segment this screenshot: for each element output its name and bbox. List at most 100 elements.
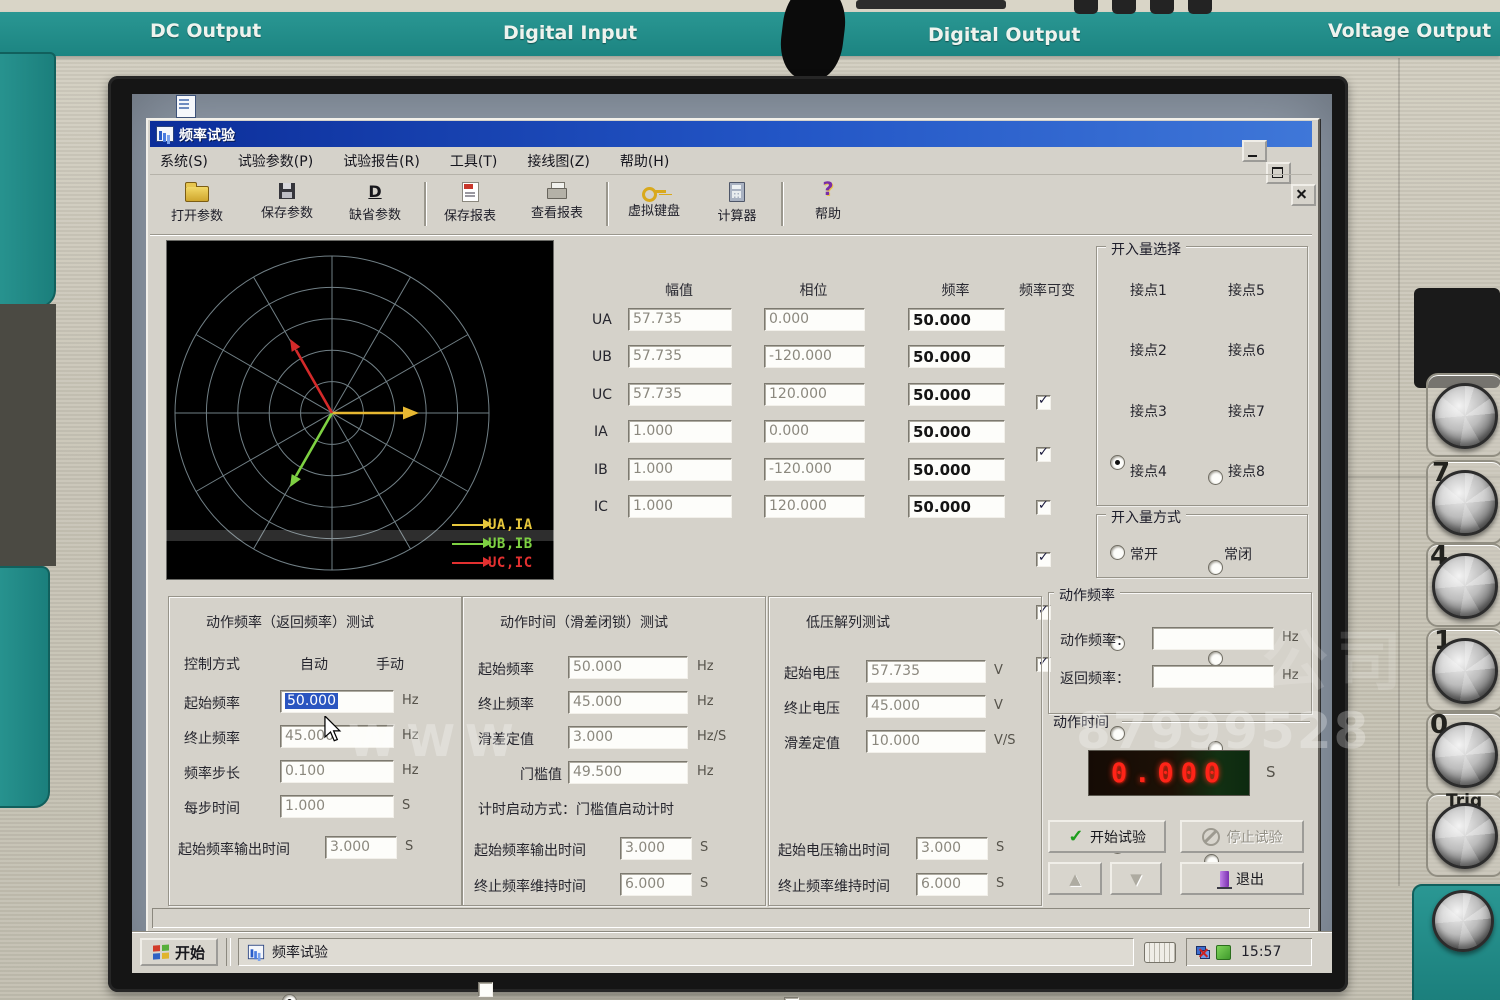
vt-start-volt-unit: V xyxy=(994,663,1003,678)
tt-out-time-input[interactable]: 3.000 xyxy=(620,837,692,860)
start-button[interactable]: 开始 xyxy=(140,938,218,966)
time-test-title[interactable]: 动作时间（滑差闭锁）测试 xyxy=(500,612,668,632)
ub-amplitude-input[interactable]: 57.735 xyxy=(628,345,732,368)
uc-freq-variable-checkbox[interactable] xyxy=(1036,500,1051,515)
toolbar-view-report[interactable]: 查看报表 xyxy=(515,180,599,232)
vt-end-volt-input[interactable]: 45.000 xyxy=(866,695,986,718)
start-freq-out-time-input[interactable]: 3.000 xyxy=(325,836,397,859)
ic-phase-input[interactable]: 120.000 xyxy=(764,495,865,518)
network-icon[interactable] xyxy=(1196,946,1210,959)
toolbar-virtual-keyboard[interactable]: 虚拟键盘 xyxy=(612,180,696,232)
freq-test-title[interactable]: 动作频率（返回频率）测试 xyxy=(206,612,374,632)
tt-end-freq-input[interactable]: 45.000 xyxy=(568,691,688,714)
up-button[interactable]: ▲ xyxy=(1048,862,1102,895)
exit-button[interactable]: 退出 xyxy=(1180,862,1304,895)
menu-help[interactable]: 帮助(H) xyxy=(618,147,671,175)
tt-threshold-input[interactable]: 49.500 xyxy=(568,761,688,784)
normally-open-label[interactable]: 常开 xyxy=(1130,544,1158,564)
auto-label[interactable]: 自动 xyxy=(300,654,328,674)
toolbar-help[interactable]: ? 帮助 xyxy=(786,178,870,230)
ub-freq-variable-checkbox[interactable] xyxy=(1036,447,1051,462)
ia-phase-input[interactable]: 0.000 xyxy=(764,420,865,443)
ib-amplitude-input[interactable]: 1.000 xyxy=(628,458,732,481)
tt-start-freq-unit: Hz xyxy=(697,659,714,674)
uc-phase-input[interactable]: 120.000 xyxy=(764,383,865,406)
vt-slip-input[interactable]: 10.000 xyxy=(866,730,986,753)
tt-slip-input[interactable]: 3.000 xyxy=(568,726,688,749)
channel-label-ia: IA xyxy=(594,424,608,440)
start-freq-out-time-label: 起始频率输出时间 xyxy=(178,839,290,859)
time-test-checkbox[interactable] xyxy=(478,982,493,997)
green-check-icon xyxy=(1068,830,1083,844)
stop-circle-icon xyxy=(1202,828,1220,846)
contact5-label[interactable]: 接点5 xyxy=(1228,280,1265,300)
freq-step-input[interactable]: 0.100 xyxy=(280,760,394,783)
uc-frequency-input[interactable]: 50.000 xyxy=(908,383,1005,406)
start-freq-input[interactable]: 50.000 xyxy=(280,690,394,713)
title-bar[interactable] xyxy=(150,121,1312,147)
ua-freq-variable-checkbox[interactable] xyxy=(1036,395,1051,410)
toolbar-save-report[interactable]: 保存报表 xyxy=(428,180,512,232)
header-phase: 相位 xyxy=(764,280,863,300)
toolbar-save-params[interactable]: 保存参数 xyxy=(245,180,329,232)
contact2-label[interactable]: 接点2 xyxy=(1130,340,1167,360)
menu-system[interactable]: 系统(S) xyxy=(158,147,210,175)
menu-wiring-diagram[interactable]: 接线图(Z) xyxy=(525,147,592,175)
contact8-label[interactable]: 接点8 xyxy=(1228,461,1265,481)
tray-green-icon[interactable] xyxy=(1216,945,1231,960)
contact4-label[interactable]: 接点4 xyxy=(1130,461,1167,481)
menu-tools[interactable]: 工具(T) xyxy=(448,147,499,175)
end-freq-unit: Hz xyxy=(402,728,419,743)
ic-amplitude-input[interactable]: 1.000 xyxy=(628,495,732,518)
ia-freq-variable-checkbox[interactable] xyxy=(1036,552,1051,567)
virtual-keyboard-key-icon xyxy=(642,187,666,197)
contact5-radio[interactable] xyxy=(1208,470,1223,485)
ua-amplitude-input[interactable]: 57.735 xyxy=(628,308,732,331)
ic-frequency-input[interactable]: 50.000 xyxy=(908,495,1005,518)
calculator-icon xyxy=(729,182,745,202)
manual-label[interactable]: 手动 xyxy=(376,654,404,674)
toolbar-open-params[interactable]: 打开参数 xyxy=(155,180,239,232)
voltage-test-title[interactable]: 低压解列测试 xyxy=(806,612,890,632)
toolbar-default-params[interactable]: D 缺省参数 xyxy=(333,180,417,232)
step-time-input[interactable]: 1.000 xyxy=(280,795,394,818)
ia-frequency-input[interactable]: 50.000 xyxy=(908,420,1005,443)
vt-out-time-label: 起始电压输出时间 xyxy=(778,840,890,860)
vt-out-time-input[interactable]: 3.000 xyxy=(916,837,988,860)
vt-hold-time-unit: S xyxy=(996,876,1004,891)
contact1-radio[interactable] xyxy=(1110,455,1125,470)
contact3-label[interactable]: 接点3 xyxy=(1130,401,1167,421)
start-freq-label: 起始频率 xyxy=(184,693,240,713)
vt-hold-time-input[interactable]: 6.000 xyxy=(916,873,988,896)
normally-closed-label[interactable]: 常闭 xyxy=(1224,544,1252,564)
menu-test-params[interactable]: 试验参数(P) xyxy=(236,147,315,175)
taskbar-task-button[interactable]: 频率试验 xyxy=(238,938,1134,966)
vt-start-volt-input[interactable]: 57.735 xyxy=(866,660,986,683)
menu-test-report[interactable]: 试验报告(R) xyxy=(341,147,422,175)
label-digital-input: Digital Input xyxy=(503,22,673,44)
keyboard-tray-icon[interactable] xyxy=(1144,942,1176,963)
ua-frequency-input[interactable]: 50.000 xyxy=(908,308,1005,331)
header-freq-variable: 频率可变 xyxy=(1005,280,1089,300)
exit-door-icon xyxy=(1220,871,1229,887)
ib-phase-input[interactable]: -120.000 xyxy=(764,458,865,481)
legend-arrow-yellow-icon xyxy=(452,524,484,526)
contact1-label[interactable]: 接点1 xyxy=(1130,280,1167,300)
toolbar-calculator[interactable]: 计算器 xyxy=(695,180,779,232)
desktop-icon[interactable] xyxy=(176,95,196,118)
down-button[interactable]: ▼ xyxy=(1110,862,1162,895)
contact6-label[interactable]: 接点6 xyxy=(1228,340,1265,360)
tt-start-freq-input[interactable]: 50.000 xyxy=(568,656,688,679)
uc-amplitude-input[interactable]: 57.735 xyxy=(628,383,732,406)
ub-frequency-input[interactable]: 50.000 xyxy=(908,345,1005,368)
left-handle-top xyxy=(0,52,56,308)
auto-radio[interactable] xyxy=(282,994,297,1000)
tt-hold-time-input[interactable]: 6.000 xyxy=(620,873,692,896)
contact7-label[interactable]: 接点7 xyxy=(1228,401,1265,421)
ib-frequency-input[interactable]: 50.000 xyxy=(908,458,1005,481)
header-frequency: 频率 xyxy=(908,280,1003,300)
ua-phase-input[interactable]: 0.000 xyxy=(764,308,865,331)
ub-phase-input[interactable]: -120.000 xyxy=(764,345,865,368)
ia-amplitude-input[interactable]: 1.000 xyxy=(628,420,732,443)
start-test-button[interactable]: 开始试验 xyxy=(1048,820,1166,853)
